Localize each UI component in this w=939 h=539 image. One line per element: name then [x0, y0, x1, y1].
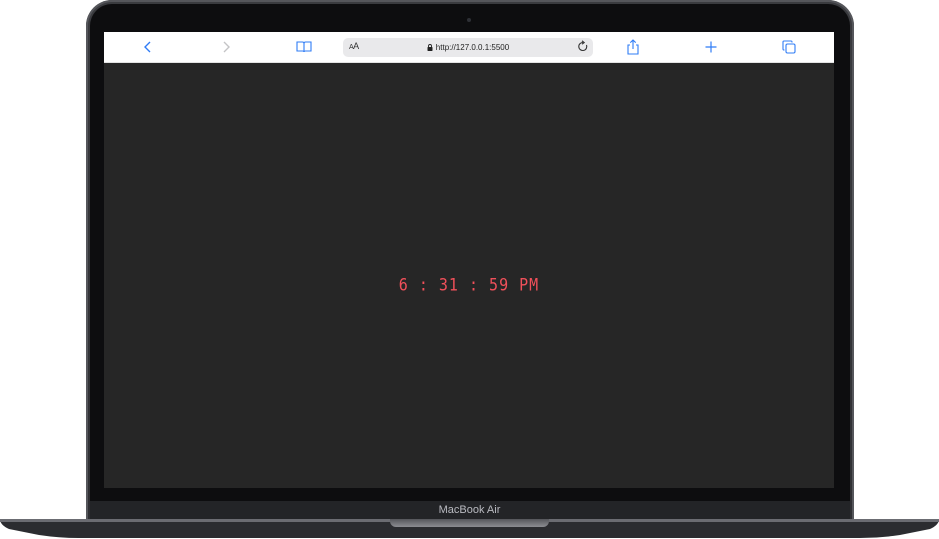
url-text: http://127.0.0.1:5500 — [435, 43, 510, 52]
lid-notch — [390, 519, 549, 527]
book-icon[interactable] — [295, 38, 313, 56]
chevron-right-icon[interactable] — [217, 38, 235, 56]
address-bar[interactable]: AA http://127.0.0.1:5500 — [343, 38, 593, 57]
reload-icon[interactable] — [577, 40, 589, 58]
plus-icon[interactable] — [702, 38, 720, 56]
model-label: MacBook Air — [438, 504, 501, 516]
browser-window: AA http://127.0.0.1:5500 6 : 31 : 59 PM — [104, 32, 834, 488]
lock-icon — [427, 44, 433, 51]
share-icon[interactable] — [624, 38, 642, 56]
tabs-icon[interactable] — [780, 38, 798, 56]
url-display[interactable]: http://127.0.0.1:5500 — [343, 42, 593, 53]
laptop-mockup: AA http://127.0.0.1:5500 6 : 31 : 59 PM … — [0, 0, 939, 539]
browser-toolbar: AA http://127.0.0.1:5500 — [104, 32, 834, 63]
chevron-left-icon[interactable] — [139, 38, 157, 56]
digital-clock: 6 : 31 : 59 PM — [398, 274, 540, 296]
camera-icon — [467, 18, 471, 22]
